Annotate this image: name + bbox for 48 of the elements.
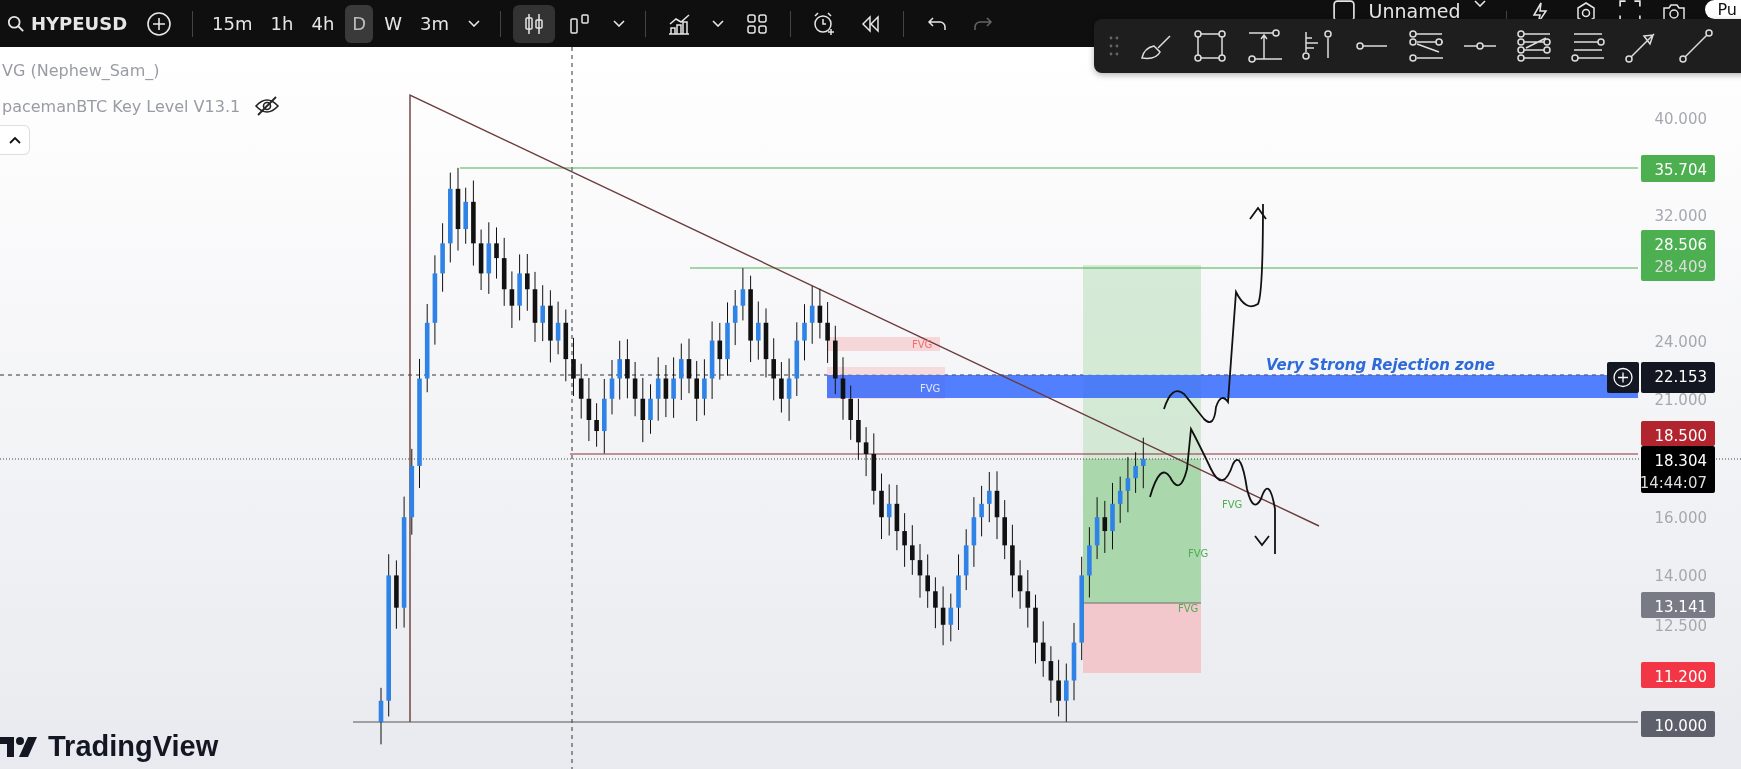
price-tick: 32.000 <box>1654 207 1707 225</box>
price-tick: 12.500 <box>1654 617 1707 635</box>
price-tick: 16.000 <box>1654 509 1707 527</box>
chevron-down-icon <box>468 20 480 27</box>
price-tick: 21.000 <box>1654 391 1707 409</box>
symbol-search-button[interactable]: HYPEUSD <box>0 4 135 43</box>
price-tick: 24.000 <box>1654 333 1707 351</box>
interval-button[interactable]: D <box>345 4 374 43</box>
drag-handle-icon[interactable] <box>1108 34 1120 58</box>
fvg-label: FVG <box>1222 499 1243 510</box>
plus-circle-icon <box>146 10 173 37</box>
rectangle-icon[interactable] <box>1192 28 1228 64</box>
price-label: 13.141 <box>1641 592 1715 618</box>
layout-name-button[interactable]: Unnamed <box>1366 0 1463 26</box>
logo-text: TradingView <box>48 730 219 763</box>
price-range-icon[interactable] <box>1246 28 1282 64</box>
fvg-label: FVG <box>1178 603 1199 614</box>
fib-retracement-icon[interactable] <box>1408 28 1444 64</box>
chevron-down-icon <box>613 20 625 27</box>
chevron-down-icon <box>1474 0 1487 7</box>
candles-style-button[interactable] <box>513 4 555 43</box>
fvg-label: FVG <box>912 339 933 350</box>
search-icon <box>7 14 25 33</box>
collapse-legend-button[interactable] <box>0 125 30 155</box>
price-tick: 40.000 <box>1654 110 1707 128</box>
price-label: 28.506 28.409 <box>1641 230 1715 281</box>
eye-off-icon[interactable] <box>254 95 281 117</box>
interval-button[interactable]: 4h <box>304 4 342 43</box>
chevron-down-icon <box>712 20 724 27</box>
price-label: 11.200 <box>1641 662 1715 688</box>
fvg-label: FVG <box>920 383 941 394</box>
add-alert-button[interactable] <box>1607 362 1639 393</box>
price-label: 10.000 <box>1641 711 1715 737</box>
price-label: 18.304 14:44:07 <box>1639 446 1715 493</box>
price-label: 35.704 <box>1641 155 1715 182</box>
publish-button[interactable]: Pu <box>1705 0 1741 19</box>
interval-button[interactable]: 15m <box>205 4 260 43</box>
interval-button[interactable]: 3m <box>413 4 456 43</box>
trend-line-icon[interactable] <box>1678 28 1714 64</box>
interval-button[interactable]: 1h <box>263 4 301 43</box>
price-tick: 14.000 <box>1654 567 1707 585</box>
interval-button[interactable]: W <box>377 4 409 43</box>
parallel-channel-icon[interactable] <box>1516 28 1552 64</box>
logo-icon <box>0 734 40 759</box>
price-label: 22.153 <box>1641 362 1715 393</box>
alarm-clock-icon <box>811 10 837 37</box>
price-label: 18.500 <box>1641 421 1715 446</box>
annotation-text: Very Strong Rejection zone <box>1266 356 1495 374</box>
